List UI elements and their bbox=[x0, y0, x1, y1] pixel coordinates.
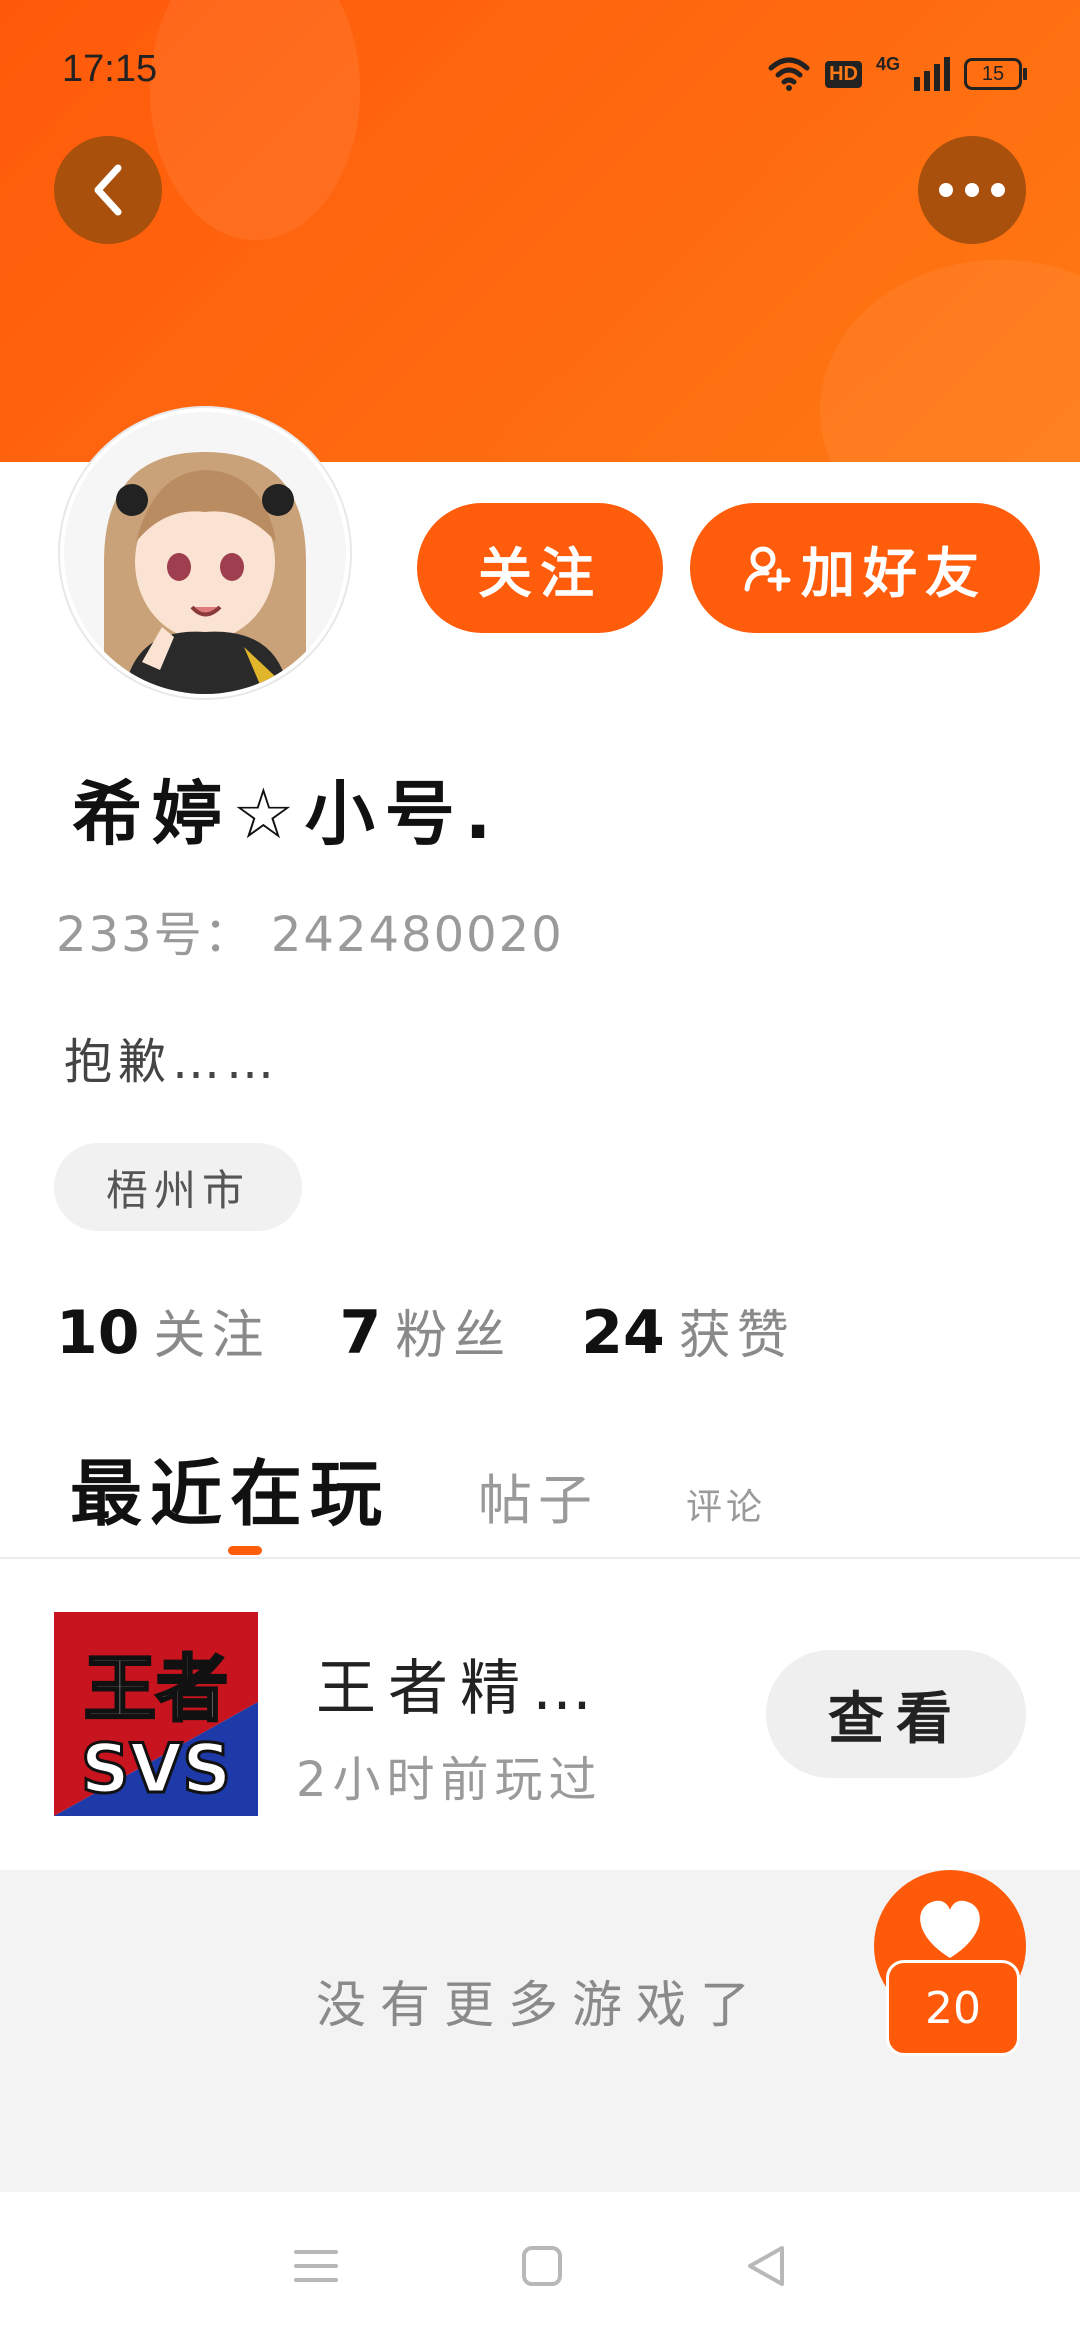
network-type: 4G bbox=[875, 53, 900, 74]
game-last-played: 2小时前玩过 bbox=[296, 1752, 603, 1808]
stat-likes: 24 获赞 bbox=[581, 1293, 795, 1368]
game-title[interactable]: 王者精… bbox=[316, 1640, 604, 1727]
chevron-left-icon bbox=[94, 164, 122, 216]
follow-label: 关注 bbox=[478, 541, 602, 605]
profile-tabs: 最近在玩 帖子 评论 bbox=[70, 1435, 766, 1540]
game-logo-image: 王者 SVS bbox=[54, 1612, 258, 1816]
stat-fans[interactable]: 7 粉丝 bbox=[340, 1293, 512, 1368]
stat-label: 粉丝 bbox=[395, 1306, 512, 1366]
hd-badge: HD bbox=[825, 60, 862, 88]
home-square-icon[interactable] bbox=[520, 2244, 564, 2288]
add-friend-label: 加好友 bbox=[801, 541, 987, 605]
decorative-blob bbox=[820, 260, 1080, 462]
profile-uid: 233号： 242480020 bbox=[56, 907, 564, 963]
battery-icon: 15 bbox=[964, 58, 1027, 90]
view-game-button[interactable]: 查看 bbox=[766, 1650, 1026, 1778]
location-tag: 梧州市 bbox=[54, 1143, 302, 1231]
tab-indicator bbox=[228, 1546, 262, 1555]
stat-label: 获赞 bbox=[678, 1306, 795, 1366]
add-user-icon bbox=[744, 546, 791, 592]
stat-number: 7 bbox=[339, 1298, 382, 1368]
battery-level: 15 bbox=[981, 62, 1005, 85]
game-logo-text-top: 王者 bbox=[84, 1647, 228, 1731]
decorative-blob bbox=[150, 0, 360, 240]
more-button[interactable] bbox=[918, 136, 1026, 244]
add-friend-button[interactable]: 加好友 bbox=[690, 503, 1040, 633]
more-dots-icon bbox=[939, 183, 1005, 197]
stat-label: 关注 bbox=[153, 1306, 270, 1366]
back-button[interactable] bbox=[54, 136, 162, 244]
stat-number: 10 bbox=[56, 1298, 140, 1368]
tab-comments[interactable]: 评论 bbox=[686, 1478, 766, 1530]
system-nav-bar bbox=[0, 2192, 1080, 2340]
profile-bio: 抱歉…… bbox=[64, 1034, 281, 1090]
avatar-image bbox=[64, 412, 346, 694]
location-label: 梧州市 bbox=[105, 1165, 250, 1215]
avatar[interactable] bbox=[60, 408, 350, 698]
profile-stats: 10 关注 7 粉丝 24 获赞 bbox=[56, 1293, 795, 1368]
tab-recent-playing[interactable]: 最近在玩 bbox=[70, 1435, 390, 1540]
tab-posts[interactable]: 帖子 bbox=[478, 1456, 598, 1535]
game-logo-text-bottom: SVS bbox=[81, 1730, 232, 1809]
follow-button[interactable]: 关注 bbox=[417, 503, 663, 633]
floating-like-button[interactable]: 20 bbox=[874, 1870, 1026, 2056]
stat-number: 24 bbox=[581, 1298, 665, 1368]
view-label: 查看 bbox=[828, 1686, 964, 1752]
status-icons: HD 4G 15 bbox=[767, 52, 1027, 96]
game-icon[interactable]: 王者 SVS bbox=[54, 1612, 258, 1816]
back-triangle-icon[interactable] bbox=[744, 2242, 788, 2290]
profile-name: 希婷☆小号. bbox=[72, 773, 502, 855]
menu-icon[interactable] bbox=[292, 2246, 340, 2286]
wifi-icon bbox=[768, 57, 810, 91]
divider bbox=[0, 1557, 1080, 1559]
signal-icon bbox=[914, 57, 950, 91]
stat-following[interactable]: 10 关注 bbox=[56, 1293, 270, 1368]
status-time: 17:15 bbox=[62, 48, 158, 90]
like-count: 20 bbox=[886, 1960, 1020, 2056]
